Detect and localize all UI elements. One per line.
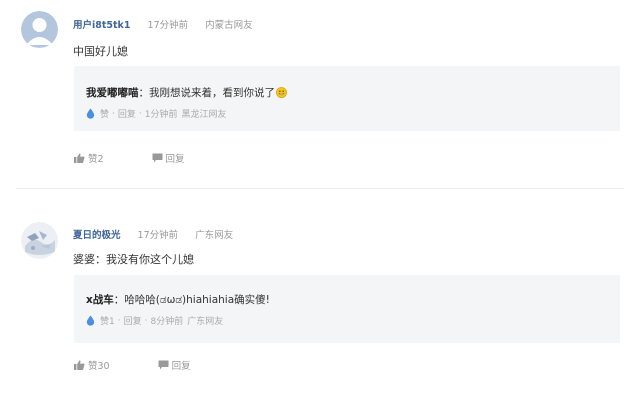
reply-box: x战车：哈哈哈(ಡωಡ)hiahiahia确实傻! 赞1 · 回复 · 8分钟前… bbox=[74, 275, 620, 343]
user-avatar[interactable] bbox=[21, 222, 58, 259]
reply-like-button[interactable]: 赞1 bbox=[100, 314, 115, 327]
drop-icon[interactable] bbox=[86, 108, 95, 119]
comment-item: 夏日的极光 17分钟前 广东网友 婆婆：我没有你这个儿媳 x战车：哈哈哈(ಡωಡ… bbox=[0, 189, 640, 407]
reply-box: 我爱嘟嘟喵：我刚想说来着，看到你说了 赞 · 回复 · 1分钟前 黑龙江网友 bbox=[74, 66, 620, 131]
comment-text: 中国好儿媳 bbox=[73, 45, 128, 58]
comment-actions: 赞30 回复 bbox=[74, 358, 191, 372]
separator-dot: · bbox=[117, 315, 121, 326]
reply-label: 回复 bbox=[165, 154, 185, 165]
reply-content: 我爱嘟嘟喵：我刚想说来着，看到你说了 bbox=[86, 85, 287, 100]
comment-meta: 夏日的极光 17分钟前 广东网友 bbox=[73, 227, 233, 241]
comment-actions: 赞2 回复 bbox=[74, 151, 185, 165]
comment-meta: 用户i8t5tk1 17分钟前 内蒙古网友 bbox=[73, 17, 253, 31]
comment-time: 17分钟前 bbox=[137, 230, 179, 241]
comment-username[interactable]: 用户i8t5tk1 bbox=[73, 20, 131, 31]
like-count: 赞30 bbox=[88, 361, 110, 372]
reply-label: 回复 bbox=[171, 361, 191, 372]
reply-username[interactable]: x战车 bbox=[86, 294, 114, 306]
comment-location: 内蒙古网友 bbox=[205, 20, 253, 31]
comment-location: 广东网友 bbox=[195, 230, 234, 241]
reply-username[interactable]: 我爱嘟嘟喵 bbox=[86, 87, 139, 99]
reply-location: 广东网友 bbox=[187, 317, 224, 327]
separator-dot: · bbox=[138, 108, 142, 119]
comment-bubble-icon bbox=[152, 153, 163, 163]
comment-item: 用户i8t5tk1 17分钟前 内蒙古网友 中国好儿媳 我爱嘟嘟喵：我刚想说来着… bbox=[0, 0, 640, 188]
thumb-up-icon bbox=[74, 360, 85, 370]
reply-time: 1分钟前 bbox=[144, 110, 178, 120]
default-avatar-icon[interactable] bbox=[21, 11, 58, 48]
reply-button[interactable]: 回复 bbox=[152, 151, 185, 165]
like-button[interactable]: 赞2 bbox=[74, 151, 104, 165]
like-button[interactable]: 赞30 bbox=[74, 358, 110, 372]
reply-text: ：我刚想说来着，看到你说了 bbox=[138, 87, 276, 99]
separator-dot: · bbox=[112, 108, 115, 119]
reply-reply-button[interactable]: 回复 bbox=[124, 314, 142, 327]
reply-meta: 赞 · 回复 · 1分钟前 黑龙江网友 bbox=[86, 107, 227, 120]
reply-button[interactable]: 回复 bbox=[158, 358, 191, 372]
reply-time: 8分钟前 bbox=[150, 317, 184, 327]
like-count: 赞2 bbox=[88, 154, 104, 165]
comment-username[interactable]: 夏日的极光 bbox=[73, 230, 121, 241]
reply-text: ：哈哈哈(ಡωಡ)hiahiahia确实傻! bbox=[113, 294, 270, 306]
reply-location: 黑龙江网友 bbox=[181, 110, 227, 120]
reply-meta: 赞1 · 回复 · 8分钟前 广东网友 bbox=[86, 314, 223, 327]
reply-content: x战车：哈哈哈(ಡωಡ)hiahiahia确实傻! bbox=[86, 292, 270, 307]
reply-like-button[interactable]: 赞 bbox=[100, 107, 109, 120]
thumb-up-icon bbox=[74, 153, 85, 163]
reply-reply-button[interactable]: 回复 bbox=[118, 107, 136, 120]
drop-icon[interactable] bbox=[86, 315, 95, 326]
comment-text: 婆婆：我没有你这个儿媳 bbox=[73, 253, 194, 266]
grin-emoji-icon bbox=[276, 87, 287, 98]
comment-time: 17分钟前 bbox=[147, 20, 189, 31]
separator-dot: · bbox=[144, 315, 148, 326]
comment-bubble-icon bbox=[158, 360, 169, 370]
